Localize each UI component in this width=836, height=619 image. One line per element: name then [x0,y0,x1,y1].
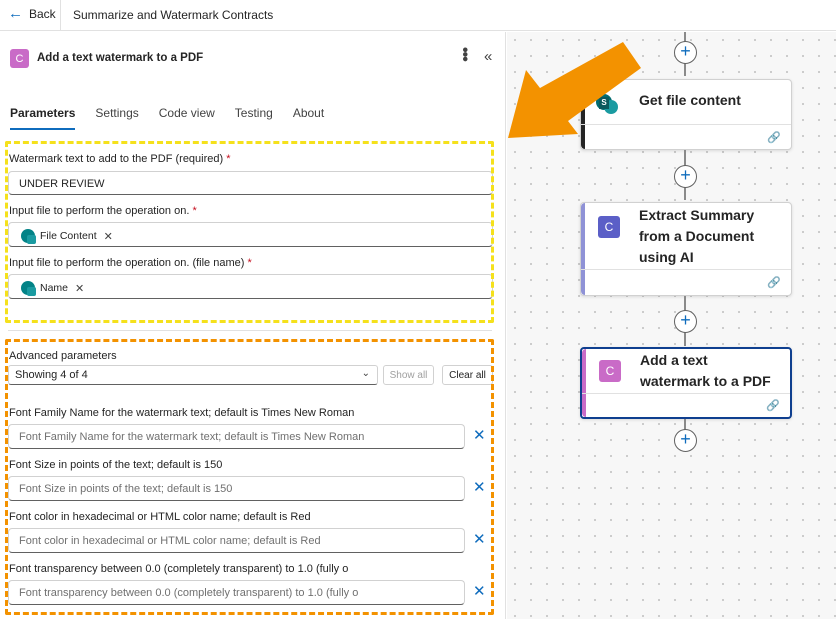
collapse-panel-icon[interactable]: « [484,48,492,65]
card-accent [582,349,586,417]
section-divider [8,330,492,331]
card-accent [581,203,585,295]
connector-icon: C [599,360,621,382]
callout-arrow-icon [508,42,641,138]
flow-title: Summarize and Watermark Contracts [73,8,274,22]
connector-icon: C [598,216,620,238]
step-title: Extract Summary from a Document using AI [639,207,755,265]
connector-icon: C [10,49,29,68]
step-title: Get file content [639,92,741,108]
back-button[interactable]: ← Back [8,5,56,22]
panel-tabs: Parameters Settings Code view Testing Ab… [10,106,344,130]
card-divider [582,393,790,394]
topbar-divider [60,0,61,31]
back-arrow-icon: ← [8,5,23,22]
link-icon[interactable]: 🔗 [767,131,781,144]
required-fields-highlight [5,141,494,323]
step-title: Add a text watermark to a PDF [640,352,771,389]
add-step-button[interactable]: + [674,41,697,64]
more-options-icon[interactable]: ••• [455,47,473,61]
link-icon[interactable]: 🔗 [767,276,781,289]
tab-settings[interactable]: Settings [95,106,138,130]
tab-testing[interactable]: Testing [235,106,273,130]
back-label: Back [29,7,56,21]
panel-title: Add a text watermark to a PDF [37,52,204,64]
add-step-button[interactable]: + [674,429,697,452]
advanced-fields-highlight [5,339,494,615]
link-icon[interactable]: 🔗 [766,399,780,412]
add-step-button[interactable]: + [674,310,697,333]
tab-code-view[interactable]: Code view [159,106,215,130]
step-card-add-watermark[interactable]: C Add a text watermark to a PDF 🔗 [580,347,792,419]
add-step-button[interactable]: + [674,165,697,188]
card-divider [581,269,791,270]
tab-about[interactable]: About [293,106,324,130]
top-bar: ← Back Summarize and Watermark Contracts [0,0,836,31]
tab-parameters[interactable]: Parameters [10,106,76,130]
step-card-extract-summary[interactable]: C Extract Summary from a Document using … [580,202,792,296]
